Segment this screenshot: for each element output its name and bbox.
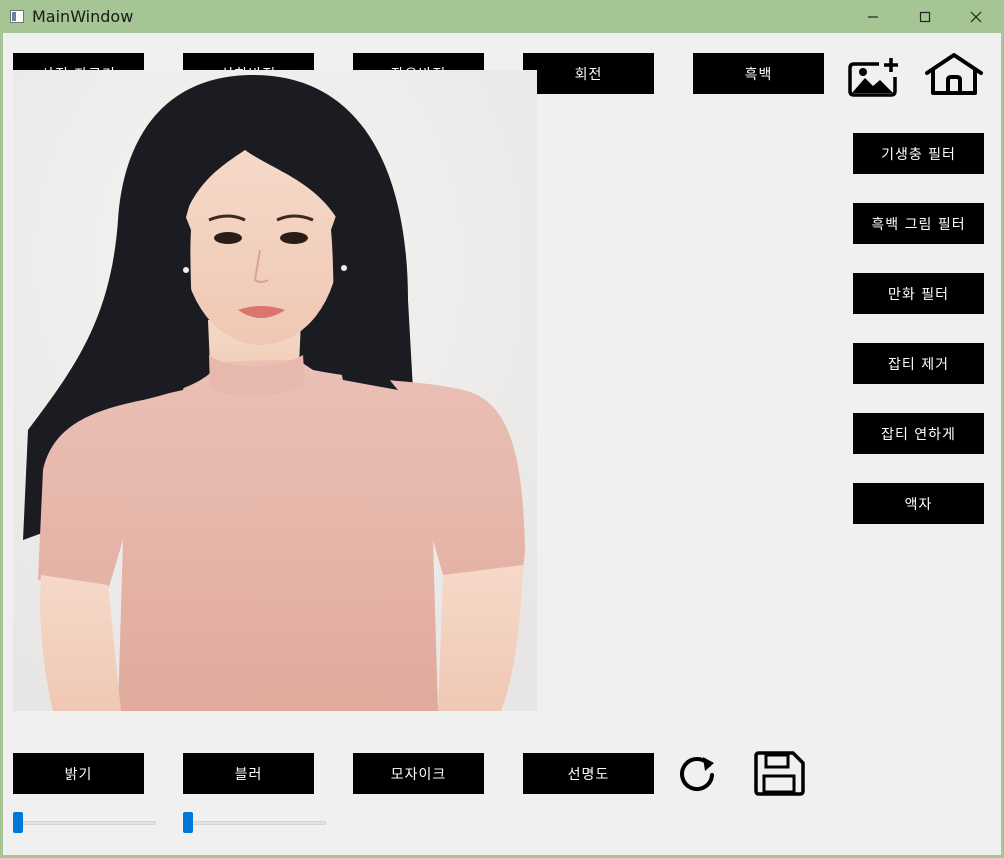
- photo-canvas[interactable]: [13, 70, 537, 711]
- window-title: MainWindow: [32, 7, 134, 26]
- save-icon: [754, 751, 805, 796]
- add-image-icon: [848, 58, 898, 97]
- minimize-icon: [868, 15, 878, 18]
- sharpness-button[interactable]: 선명도: [523, 753, 654, 794]
- minimize-button[interactable]: [850, 0, 896, 33]
- brightness-button[interactable]: 밝기: [13, 753, 144, 794]
- maximize-button[interactable]: [902, 0, 948, 33]
- mosaic-button[interactable]: 모자이크: [353, 753, 484, 794]
- bw-drawing-filter-button[interactable]: 흑백 그림 필터: [853, 203, 984, 244]
- home-icon: [925, 53, 983, 95]
- portrait-image: [13, 70, 537, 711]
- blur-slider-handle[interactable]: [183, 812, 193, 833]
- brightness-slider-track: [13, 821, 156, 825]
- frame-button[interactable]: 액자: [853, 483, 984, 524]
- close-button[interactable]: [953, 0, 999, 33]
- grayscale-button[interactable]: 흑백: [693, 53, 824, 94]
- main-window: MainWindow 사진 자르기 상하반전 좌우반전 회전 흑백: [0, 0, 1004, 858]
- title-bar[interactable]: MainWindow: [0, 0, 1004, 33]
- blur-slider[interactable]: [183, 812, 326, 834]
- denoise-button[interactable]: 잡티 제거: [853, 343, 984, 384]
- brightness-slider[interactable]: [13, 812, 156, 834]
- save-button[interactable]: [751, 750, 807, 796]
- add-image-button[interactable]: [846, 55, 902, 99]
- rotate-button[interactable]: 회전: [523, 53, 654, 94]
- cartoon-filter-button[interactable]: 만화 필터: [853, 273, 984, 314]
- reset-icon: [680, 757, 714, 792]
- blur-button[interactable]: 블러: [183, 753, 314, 794]
- blur-slider-track: [183, 821, 326, 825]
- window-app-icon: [10, 10, 24, 23]
- close-icon: [970, 11, 982, 22]
- brightness-slider-handle[interactable]: [13, 812, 23, 833]
- home-button[interactable]: [922, 51, 986, 97]
- parasite-filter-button[interactable]: 기생충 필터: [853, 133, 984, 174]
- soften-blemish-button[interactable]: 잡티 연하게: [853, 413, 984, 454]
- reset-button[interactable]: [676, 753, 720, 793]
- maximize-icon: [919, 11, 931, 22]
